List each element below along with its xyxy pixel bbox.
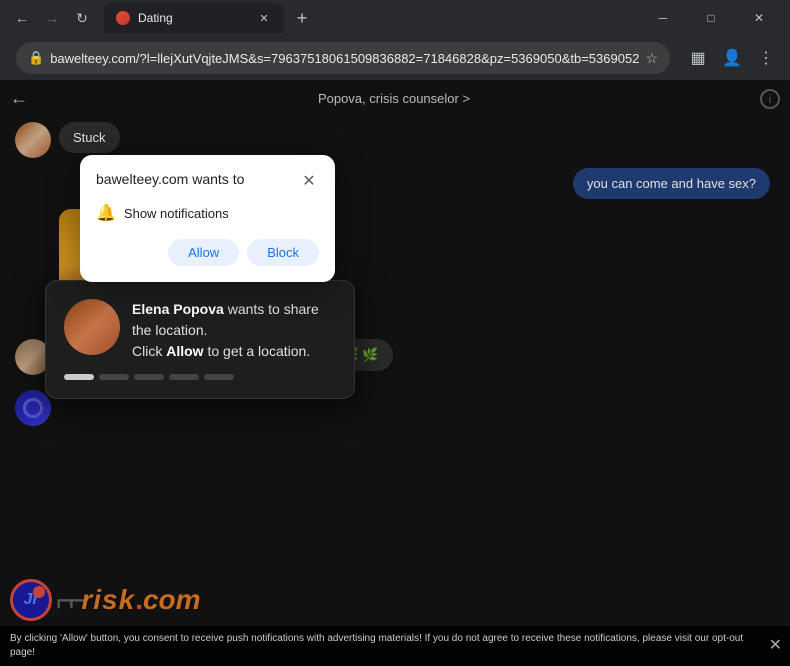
lock-icon: 🔒 <box>28 50 44 66</box>
omnibox[interactable]: 🔒 bawelteey.com/?l=llejXutVqjteJMS&s=796… <box>16 42 670 74</box>
location-popup: Elena Popova wants to share the location… <box>45 280 355 399</box>
url-display: bawelteey.com/?l=llejXutVqjteJMS&s=79637… <box>50 51 639 66</box>
popup-buttons: Allow Block <box>96 239 319 266</box>
notification-popup: bawelteey.com wants to ✕ 🔔 Show notifica… <box>80 155 335 282</box>
tab-favicon <box>116 11 130 25</box>
popup-close-button[interactable]: ✕ <box>299 171 319 191</box>
location-dots <box>64 374 336 380</box>
message-row-1: Stuck <box>15 122 775 158</box>
location-allow-word: Allow <box>166 343 203 359</box>
dating-background: ← Popova, crisis counselor > i Stuc <box>0 80 790 666</box>
page-content: ← Popova, crisis counselor > i Stuc <box>0 80 790 666</box>
dot-2 <box>99 374 129 380</box>
active-tab[interactable]: Dating ✕ <box>104 3 284 33</box>
close-button[interactable]: ✕ <box>736 3 782 33</box>
watermark-logo: Jr ⌐⌐ risk.com <box>10 579 201 621</box>
message-bubble-1: Stuck <box>59 122 120 153</box>
minimize-button[interactable]: ─ <box>640 3 686 33</box>
toolbar: 🔒 bawelteey.com/?l=llejXutVqjteJMS&s=796… <box>0 36 790 80</box>
com-text: com <box>143 584 201 616</box>
window-controls: ─ □ ✕ <box>640 3 782 33</box>
location-text: Elena Popova wants to share the location… <box>132 299 336 362</box>
logo-dot <box>33 586 45 598</box>
info-icon[interactable]: i <box>760 89 780 109</box>
notification-row: 🔔 Show notifications <box>96 203 319 223</box>
forward-button[interactable]: → <box>38 4 66 32</box>
tab-title: Dating <box>138 11 248 25</box>
maximize-button[interactable]: □ <box>688 3 734 33</box>
logo-circle: Jr <box>10 579 52 621</box>
dot-5 <box>204 374 234 380</box>
profile-name: Popova, crisis counselor > <box>318 91 470 106</box>
popup-title: bawelteey.com wants to <box>96 171 244 187</box>
location-popup-inner: Elena Popova wants to share the location… <box>64 299 336 362</box>
page-back-arrow[interactable]: ← <box>10 88 28 109</box>
dot-3 <box>134 374 164 380</box>
menu-button[interactable]: ⋮ <box>750 42 782 74</box>
new-tab-button[interactable]: + <box>288 4 316 32</box>
location-person-name: Elena Popova <box>132 301 224 317</box>
logo-text: ⌐⌐ risk.com <box>56 582 201 619</box>
dot-1 <box>64 374 94 380</box>
avatar-1 <box>15 122 51 158</box>
profile-button[interactable]: 👤 <box>716 42 748 74</box>
message-bubble-2: you can come and have sex? <box>573 168 770 199</box>
dot-text: . <box>135 584 143 616</box>
location-avatar <box>64 299 120 355</box>
bottom-bar-close-button[interactable]: ✕ <box>769 635 782 657</box>
logo-symbol: ⌐⌐ <box>56 582 81 619</box>
emoji-2: 🌿 <box>362 347 378 362</box>
risk-text: risk <box>81 584 135 616</box>
extensions-button[interactable]: ▦ <box>682 42 714 74</box>
popup-header: bawelteey.com wants to ✕ <box>96 171 319 191</box>
dot-4 <box>169 374 199 380</box>
block-button[interactable]: Block <box>247 239 319 266</box>
bottom-gdpr-bar: By clicking 'Allow' button, you consent … <box>0 626 790 666</box>
tab-close-button[interactable]: ✕ <box>256 10 272 26</box>
gdpr-text: By clicking 'Allow' button, you consent … <box>10 633 743 658</box>
avatar-4 <box>15 390 51 426</box>
refresh-button[interactable]: ↻ <box>68 4 96 32</box>
dating-header: ← Popova, crisis counselor > i <box>0 80 790 117</box>
back-button[interactable]: ← <box>8 4 36 32</box>
allow-button[interactable]: Allow <box>168 239 239 266</box>
notification-text: Show notifications <box>124 206 229 221</box>
bell-icon: 🔔 <box>96 203 116 223</box>
browser-frame: ← → ↻ Dating ✕ + ─ □ ✕ 🔒 bawelteey.com/?… <box>0 0 790 666</box>
bookmark-icon[interactable]: ☆ <box>645 50 658 67</box>
